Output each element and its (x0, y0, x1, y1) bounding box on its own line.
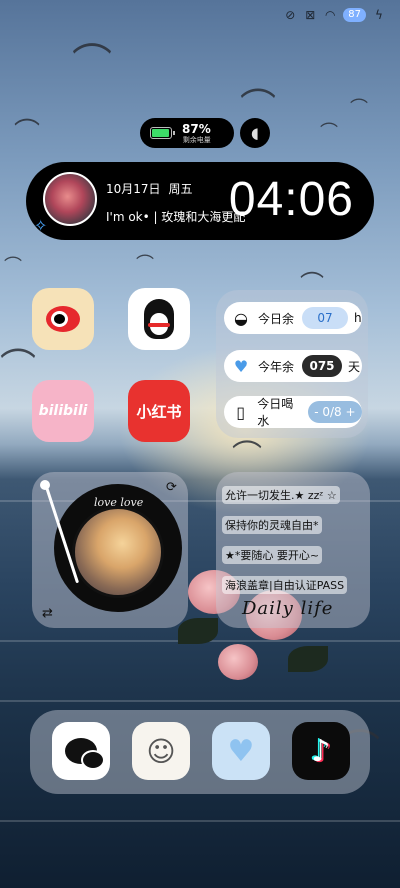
wechat-app[interactable] (52, 722, 110, 780)
battery-percent: 87% (182, 121, 211, 136)
seagull-decoration: ⌒ (232, 439, 262, 474)
status-bar: ⊘ ⊠ ◠ 87 ϟ (283, 8, 386, 22)
album-art (72, 506, 164, 598)
seagull-decoration: ⌒ (72, 41, 112, 87)
cup-icon: ▯ (236, 402, 246, 422)
battery-label: 剩余电量 (182, 135, 211, 144)
vibrate-off-icon: ⊘ (285, 8, 296, 22)
avatar (43, 172, 97, 226)
heart-cloud-icon: ♥ (227, 733, 255, 769)
battery-widget[interactable]: 87% 剩余电量 (140, 118, 234, 148)
countdown-row-today: ◒ 今日余 07 h (224, 302, 362, 334)
weibo-app[interactable] (32, 288, 94, 350)
shell-icon[interactable]: ◖ (240, 118, 270, 148)
tiktok-app[interactable]: ♪ (292, 722, 350, 780)
battery-icon (150, 127, 175, 139)
clock-date: 10月17日 (106, 182, 161, 196)
heart-icon: ♥ (233, 356, 249, 376)
charging-icon: ϟ (375, 8, 383, 22)
wifi-icon: ◠ (325, 8, 336, 22)
countdown-unit: 天 (348, 359, 361, 374)
countdown-label: 今日余 (258, 311, 295, 326)
countdown-value: 075 (302, 355, 343, 377)
clock-date-row: 10月17日 周五 (106, 180, 193, 197)
repeat-icon[interactable]: ⟳ (166, 480, 177, 495)
vinyl-record: love love (54, 484, 182, 612)
tiktok-icon: ♪ (311, 733, 331, 769)
wechat-icon (65, 738, 105, 770)
bilibili-app[interactable]: bilibili (32, 380, 94, 442)
countdown-row-year: ♥ 今年余 075 天 (224, 350, 362, 382)
coconut-icon: ◒ (234, 308, 248, 328)
weibo-icon (46, 306, 80, 332)
seagull-decoration: ⌒ (14, 118, 41, 148)
note-line: 保持你的灵魂自由* (222, 516, 322, 534)
note-line: ★*要随心 要开心~ (222, 546, 323, 564)
countdown-value: 07 (302, 307, 349, 329)
clock-signature: I'm ok• | 玫瑰和大海更配 (106, 210, 246, 224)
water-counter[interactable]: - 0/8 + (307, 401, 362, 423)
battery-heart-icon: 87 (343, 8, 366, 22)
dock: ☺ ♥ ♪ (30, 710, 370, 794)
notes-title: Daily life (242, 598, 334, 619)
no-sim-icon: ⊠ (305, 8, 316, 22)
countdown-unit: h (354, 311, 362, 325)
seagull-decoration: ⌒ (4, 256, 22, 277)
clock-time: 04:06 (228, 173, 354, 226)
note-line: 海浪盖章|自由认证PASS (222, 576, 348, 594)
seagull-decoration: ⌒ (0, 347, 37, 388)
qq-app[interactable] (128, 288, 190, 350)
xiaohongshu-label: 小红书 (136, 402, 182, 421)
bunny-app[interactable]: ☺ (132, 722, 190, 780)
seagull-decoration: ⌒ (350, 98, 368, 119)
heart-app[interactable]: ♥ (212, 722, 270, 780)
countdown-row-water: ▯ 今日喝水 - 0/8 + (224, 396, 362, 428)
butterfly-icon: ✧ (34, 216, 48, 235)
clock-weekday: 周五 (168, 182, 193, 196)
countdown-widget[interactable]: ◒ 今日余 07 h ♥ 今年余 075 天 ▯ 今日喝水 - 0/8 + (216, 290, 368, 438)
countdown-label: 今日喝水 (257, 397, 294, 428)
seagull-decoration: ⌒ (136, 254, 154, 275)
seagull-decoration: ⌒ (320, 122, 338, 143)
shuffle-icon[interactable]: ⇄ (42, 606, 53, 621)
clock-widget[interactable]: ✧ 10月17日 周五 I'm ok• | 玫瑰和大海更配 04:06 (26, 162, 374, 240)
bilibili-logo: bilibili (38, 403, 88, 419)
battery-fill (152, 129, 170, 137)
notes-widget[interactable]: 允许一切发生.★ zzᶻ ☆ 保持你的灵魂自由* ★*要随心 要开心~ 海浪盖章… (216, 472, 370, 628)
qq-penguin-icon (144, 299, 174, 339)
countdown-label: 今年余 (258, 359, 295, 374)
xiaohongshu-app[interactable]: 小红书 (128, 380, 190, 442)
bunny-icon: ☺ (146, 734, 176, 768)
music-widget[interactable]: love love ⟳ ⇄ (32, 472, 188, 628)
note-line: 允许一切发生.★ zzᶻ ☆ (222, 486, 340, 504)
